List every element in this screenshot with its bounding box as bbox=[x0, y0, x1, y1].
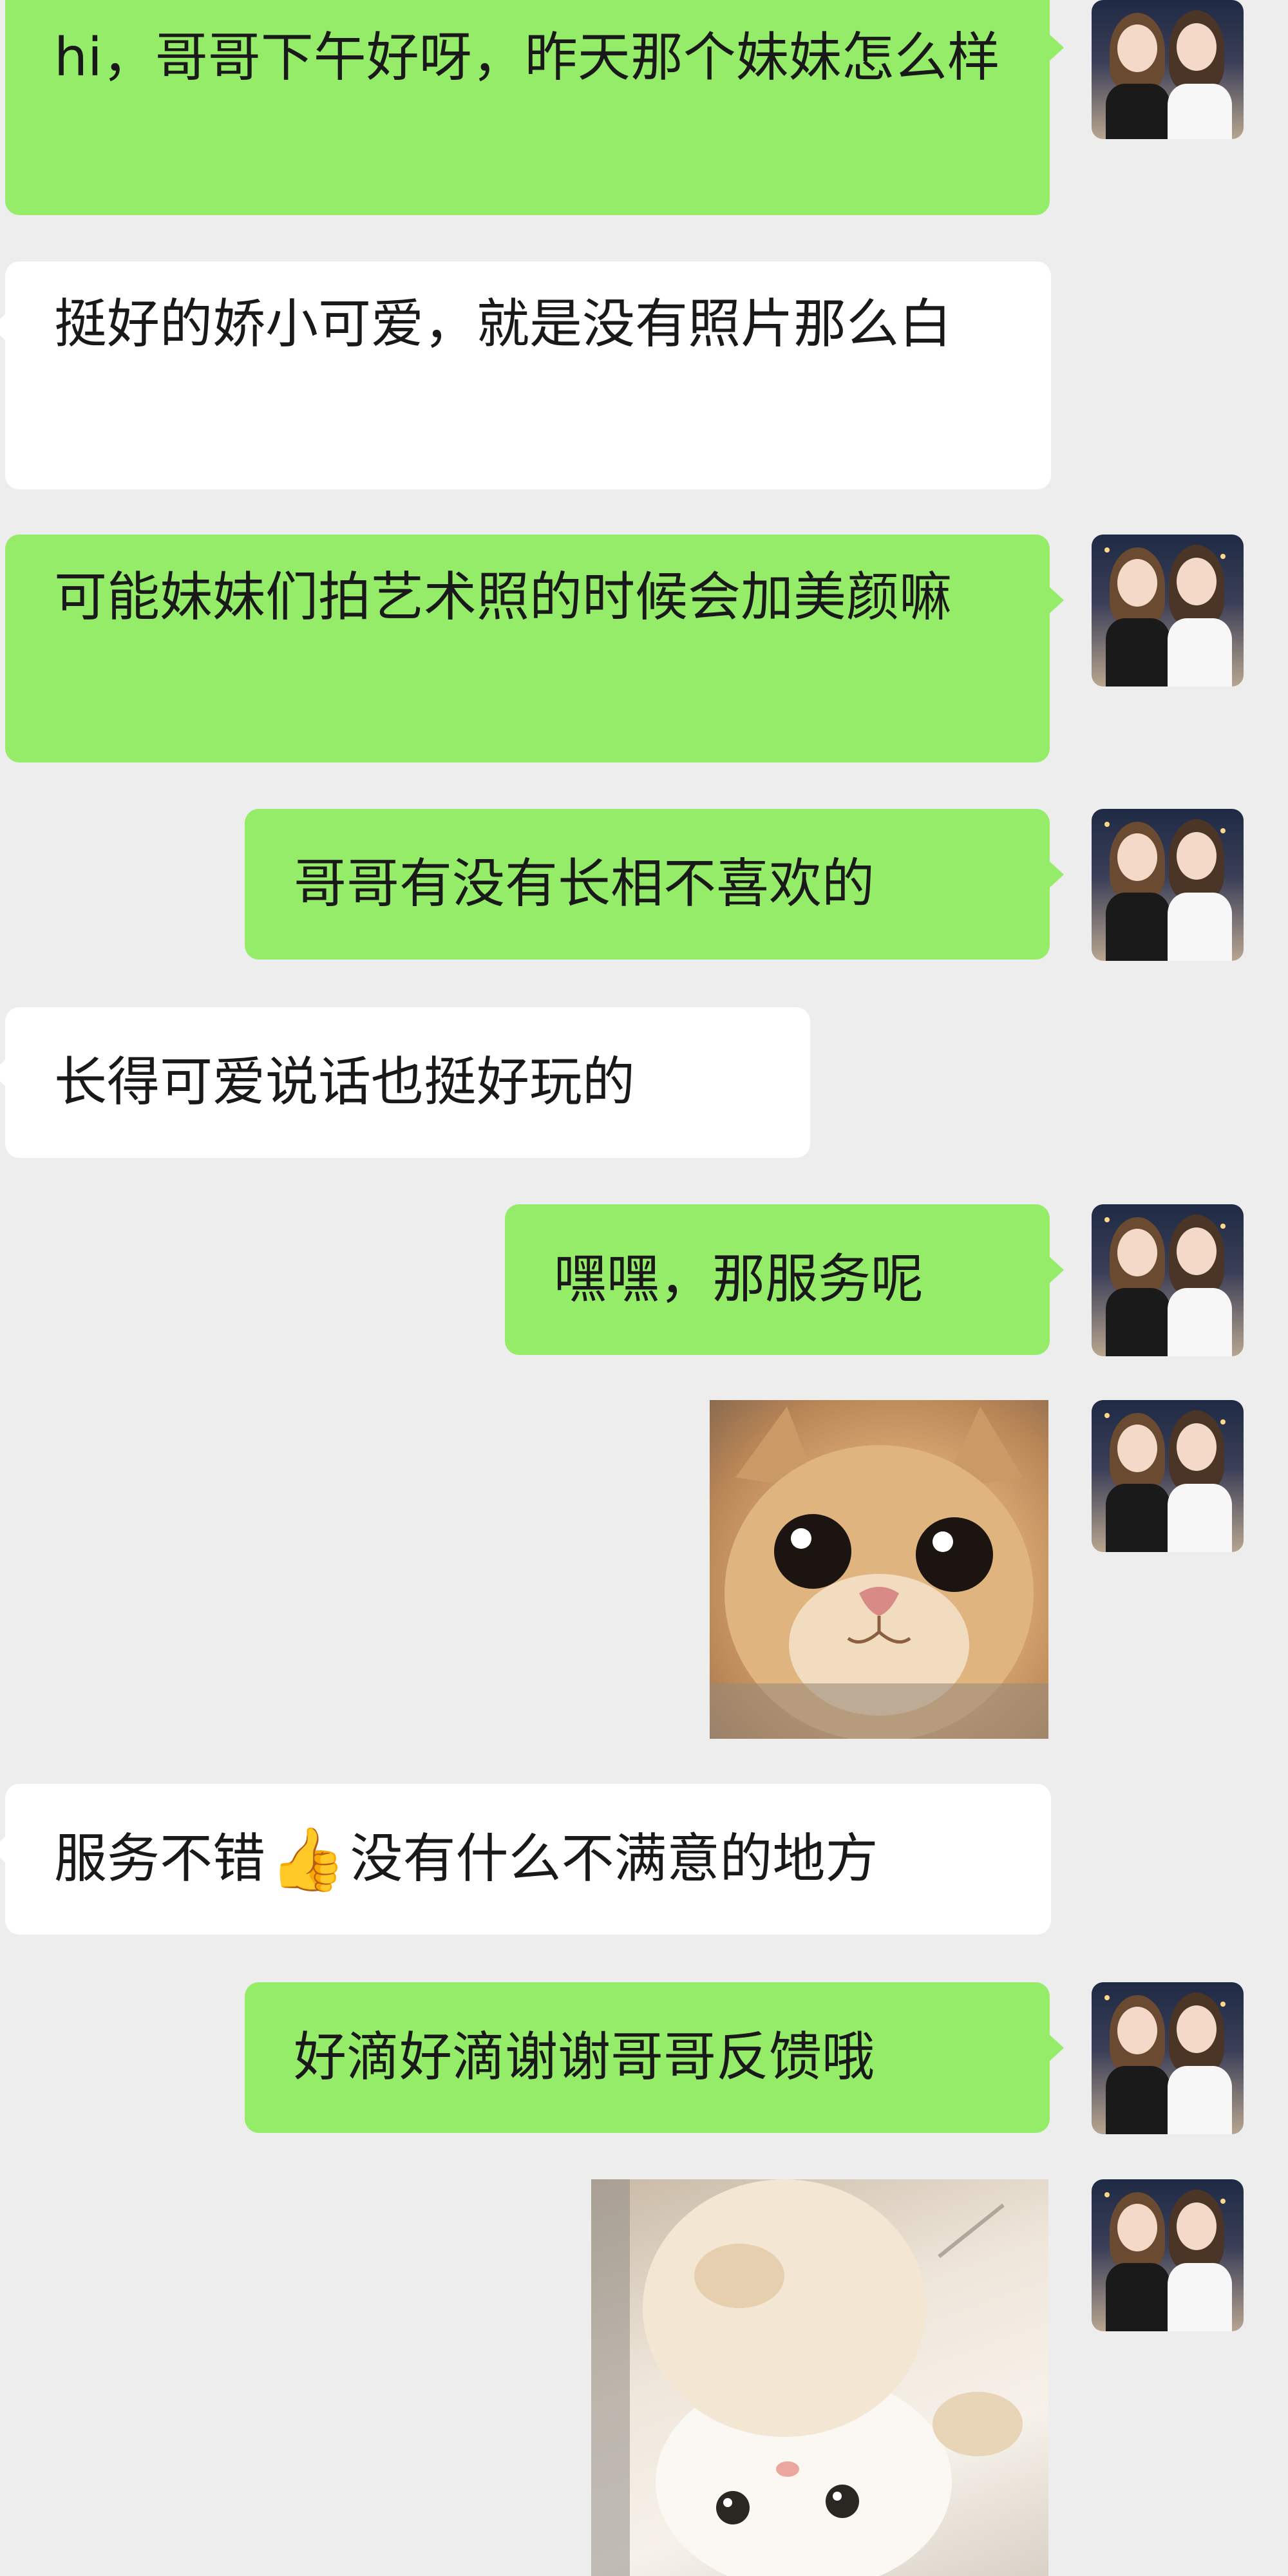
kitten-face-icon bbox=[710, 1406, 1048, 1739]
chat-message-sent[interactable]: 哥哥有没有长相不喜欢的 bbox=[245, 809, 1064, 960]
message-text: 嘿嘿，那服务呢 bbox=[554, 1249, 924, 1310]
orange-kitten-sticker[interactable] bbox=[710, 1400, 1048, 1739]
message-text: 好滴好滴谢谢哥哥反馈哦 bbox=[294, 2027, 875, 2088]
message-text: 可能妹妹们拍艺术照的时候会加美颜嘛 bbox=[54, 567, 952, 628]
message-text: 挺好的娇小可爱，就是没有照片那么白 bbox=[54, 294, 952, 355]
sender-avatar[interactable] bbox=[1092, 1204, 1244, 1356]
message-text-part: 没有什么不满意的地方 bbox=[350, 1828, 878, 1889]
chat-message-received[interactable]: 挺好的娇小可爱，就是没有照片那么白 bbox=[0, 261, 1051, 489]
chat-message-sent[interactable]: 嘿嘿，那服务呢 bbox=[505, 1204, 1064, 1355]
sender-avatar[interactable] bbox=[1092, 1400, 1244, 1552]
kitten-upside-down-icon bbox=[591, 2179, 1023, 2576]
chat-message-sent[interactable]: 可能妹妹们拍艺术照的时候会加美颜嘛 bbox=[5, 535, 1064, 762]
sender-avatar[interactable] bbox=[1092, 1982, 1244, 2134]
chat-message-received[interactable]: 服务不错 👍 没有什么不满意的地方 bbox=[0, 1784, 1051, 1935]
chat-message-sent[interactable]: 好滴好滴谢谢哥哥反馈哦 bbox=[245, 1982, 1064, 2133]
sender-avatar[interactable] bbox=[1092, 809, 1244, 961]
chat-message-received[interactable]: 长得可爱说话也挺好玩的 bbox=[0, 1007, 810, 1158]
chat-message-sent[interactable]: hi，哥哥下午好呀，昨天那个妹妹怎么样 bbox=[5, 0, 1064, 215]
sender-avatar[interactable] bbox=[1092, 535, 1244, 687]
sender-avatar[interactable] bbox=[1092, 0, 1244, 139]
message-text: 长得可爱说话也挺好玩的 bbox=[54, 1052, 636, 1113]
message-text: 哥哥有没有长相不喜欢的 bbox=[294, 853, 875, 914]
sender-avatar[interactable] bbox=[1092, 2179, 1244, 2331]
message-text-part: 服务不错 bbox=[54, 1828, 266, 1889]
message-text: hi，哥哥下午好呀，昨天那个妹妹怎么样 bbox=[54, 27, 1000, 88]
white-kitten-sticker[interactable] bbox=[591, 2179, 1048, 2576]
thumbs-up-emoji-icon: 👍 bbox=[269, 1823, 346, 1895]
